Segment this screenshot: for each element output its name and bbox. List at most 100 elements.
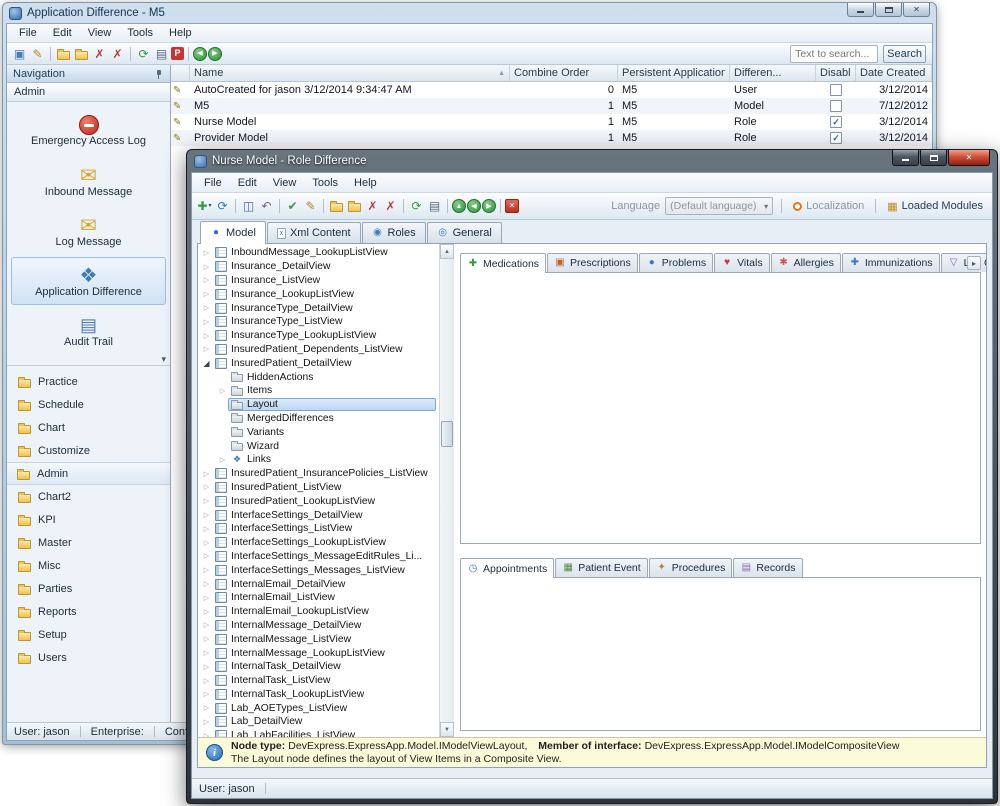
expand-icon[interactable]: ▷ <box>201 704 212 712</box>
nav-forward-icon[interactable]: ▶ <box>208 47 222 61</box>
tree-node-layout[interactable]: Layout <box>198 398 439 412</box>
tree-node-internalemail-lookuplistview[interactable]: ▷InternalEmail_LookupListView <box>198 605 439 619</box>
grid-row[interactable]: ✎Provider Model1M5Role✓3/12/2014 <box>171 130 932 146</box>
nav-item-audit-trail[interactable]: ▤Audit Trail <box>11 307 166 355</box>
nav-group-header[interactable]: Admin <box>7 83 170 102</box>
tab-problems[interactable]: ●Problems <box>639 253 713 272</box>
folder-go-icon[interactable] <box>73 45 90 62</box>
comment-edit-icon[interactable]: ✎ <box>302 198 319 215</box>
new-item-icon[interactable]: ✚▾ <box>196 198 213 215</box>
expand-icon[interactable]: ▷ <box>217 456 228 464</box>
expand-icon[interactable]: ▷ <box>201 525 212 533</box>
save-all-icon[interactable]: ◫ <box>240 198 257 215</box>
tree-node-internalmessage-lookuplistview[interactable]: ▷InternalMessage_LookupListView <box>198 646 439 660</box>
tab-procedures[interactable]: ✦Procedures <box>649 558 733 577</box>
expand-icon[interactable]: ▷ <box>201 552 212 560</box>
column-header-differen[interactable]: Differen... <box>730 65 816 81</box>
loaded-modules-button[interactable]: ▦ Loaded Modules <box>884 198 986 215</box>
tab-general[interactable]: ◎General <box>427 222 502 243</box>
expand-icon[interactable]: ▷ <box>201 318 212 326</box>
collapse-icon[interactable]: ◢ <box>201 359 212 368</box>
print-icon[interactable]: ▤ <box>426 198 443 215</box>
tree-node-items[interactable]: ▷Items <box>198 384 439 398</box>
refresh-icon[interactable]: ⟳ <box>135 45 152 62</box>
tab-roles[interactable]: ◉Roles <box>362 222 426 243</box>
refresh-icon[interactable]: ⟳ <box>408 198 425 215</box>
expand-icon[interactable]: ▷ <box>201 263 212 271</box>
tree-node-inboundmessage-lookuplistview[interactable]: ▷InboundMessage_LookupListView <box>198 246 439 260</box>
panel-splitter[interactable] <box>460 544 981 557</box>
expand-icon[interactable]: ▷ <box>201 470 212 478</box>
tree-node-internaltask-lookuplistview[interactable]: ▷InternalTask_LookupListView <box>198 688 439 702</box>
close-button[interactable]: ✕ <box>903 3 930 17</box>
nav-item-setup[interactable]: Setup <box>7 623 170 646</box>
expand-icon[interactable]: ▷ <box>201 635 212 643</box>
tree-node-insurancetype-detailview[interactable]: ▷InsuranceType_DetailView <box>198 301 439 315</box>
expand-icon[interactable]: ▷ <box>201 649 212 657</box>
column-header-disabled[interactable]: Disabled <box>816 65 856 81</box>
nav-back-icon[interactable]: ◀ <box>467 199 481 213</box>
nav-item-chart2[interactable]: Chart2 <box>7 485 170 508</box>
comment-edit-icon[interactable]: ✎ <box>29 45 46 62</box>
disabled-checkbox[interactable]: ✓ <box>830 116 842 128</box>
minimize-button[interactable] <box>847 3 874 17</box>
nav-item-reports[interactable]: Reports <box>7 600 170 623</box>
tree-node-insurancetype-listview[interactable]: ▷InsuranceType_ListView <box>198 315 439 329</box>
tree-node-lab-detailview[interactable]: ▷Lab_DetailView <box>198 715 439 729</box>
disabled-checkbox[interactable] <box>830 100 842 112</box>
pin-icon[interactable] <box>154 69 164 79</box>
expand-icon[interactable]: ▷ <box>201 276 212 284</box>
tree-node-mergeddifferences[interactable]: MergedDifferences <box>198 412 439 426</box>
tab-allergies[interactable]: ✱Allergies <box>771 253 841 272</box>
expand-icon[interactable]: ▷ <box>201 621 212 629</box>
tree-node-interfacesettings-listview[interactable]: ▷InterfaceSettings_ListView <box>198 522 439 536</box>
nav-item-emergency-access-log[interactable]: Emergency Access Log <box>11 107 166 155</box>
tab-records[interactable]: ▤Records <box>733 558 802 577</box>
nav-item-customize[interactable]: Customize <box>7 439 170 462</box>
export-pdf-icon[interactable]: P <box>171 47 184 60</box>
tree-node-variants[interactable]: Variants <box>198 425 439 439</box>
tab-model[interactable]: ●Model <box>200 221 266 244</box>
tree-node-internalemail-listview[interactable]: ▷InternalEmail_ListView <box>198 591 439 605</box>
delete-icon[interactable]: ✗ <box>91 45 108 62</box>
folder-add-icon[interactable] <box>55 45 72 62</box>
expand-icon[interactable]: ▷ <box>201 580 212 588</box>
tree-node-internaltask-detailview[interactable]: ▷InternalTask_DetailView <box>198 660 439 674</box>
nav-item-inbound-message[interactable]: ✉Inbound Message <box>11 157 166 205</box>
expand-icon[interactable]: ▷ <box>201 483 212 491</box>
tab-immunizations[interactable]: ✚Immunizations <box>842 253 940 272</box>
column-header-combine-order[interactable]: Combine Order <box>510 65 618 81</box>
close-button[interactable]: ✕ <box>948 150 990 166</box>
titlebar[interactable]: Nurse Model - Role Difference ✕ <box>191 150 993 172</box>
language-combo[interactable]: (Default language) ▾ <box>665 197 773 215</box>
titlebar[interactable]: Application Difference - M5 ✕ <box>6 3 933 23</box>
expand-icon[interactable]: ▷ <box>201 290 212 298</box>
localization-button[interactable]: Localization <box>790 198 867 214</box>
expand-icon[interactable]: ▷ <box>201 345 212 353</box>
nav-item-parties[interactable]: Parties <box>7 577 170 600</box>
menu-tools[interactable]: Tools <box>119 25 161 41</box>
tree-node-wizard[interactable]: Wizard <box>198 439 439 453</box>
tree-node-insuredpatient-listview[interactable]: ▷InsuredPatient_ListView <box>198 481 439 495</box>
expand-icon[interactable]: ▷ <box>201 718 212 726</box>
nav-item-schedule[interactable]: Schedule <box>7 393 170 416</box>
tree-node-internalemail-detailview[interactable]: ▷InternalEmail_DetailView <box>198 577 439 591</box>
nav-forward-icon[interactable]: ▶ <box>482 199 496 213</box>
expand-icon[interactable]: ▷ <box>201 249 212 257</box>
tree-node-insuredpatient-detailview[interactable]: ◢InsuredPatient_DetailView <box>198 356 439 370</box>
tree-node-lab-labfacilities-listview[interactable]: ▷Lab_LabFacilities_ListView <box>198 729 439 737</box>
tab-medications[interactable]: ✚Medications <box>460 253 546 273</box>
tab-xml-content[interactable]: xXml Content <box>267 222 361 243</box>
nav-item-application-difference[interactable]: ❖Application Difference <box>11 257 166 305</box>
scroll-down-icon[interactable]: ▼ <box>440 722 454 737</box>
tree-scrollbar[interactable]: ▲ ▼ <box>439 244 454 737</box>
nav-item-chart[interactable]: Chart <box>7 416 170 439</box>
tree-node-insurance-detailview[interactable]: ▷Insurance_DetailView <box>198 260 439 274</box>
tab-prescriptions[interactable]: ▣Prescriptions <box>547 253 638 272</box>
search-input[interactable] <box>790 45 878 63</box>
expand-icon[interactable]: ▷ <box>201 304 212 312</box>
tree-node-internalmessage-listview[interactable]: ▷InternalMessage_ListView <box>198 632 439 646</box>
tree-node-internaltask-listview[interactable]: ▷InternalTask_ListView <box>198 674 439 688</box>
menu-file[interactable]: File <box>196 175 230 191</box>
tab-patient-event[interactable]: ▦Patient Event <box>555 558 647 577</box>
